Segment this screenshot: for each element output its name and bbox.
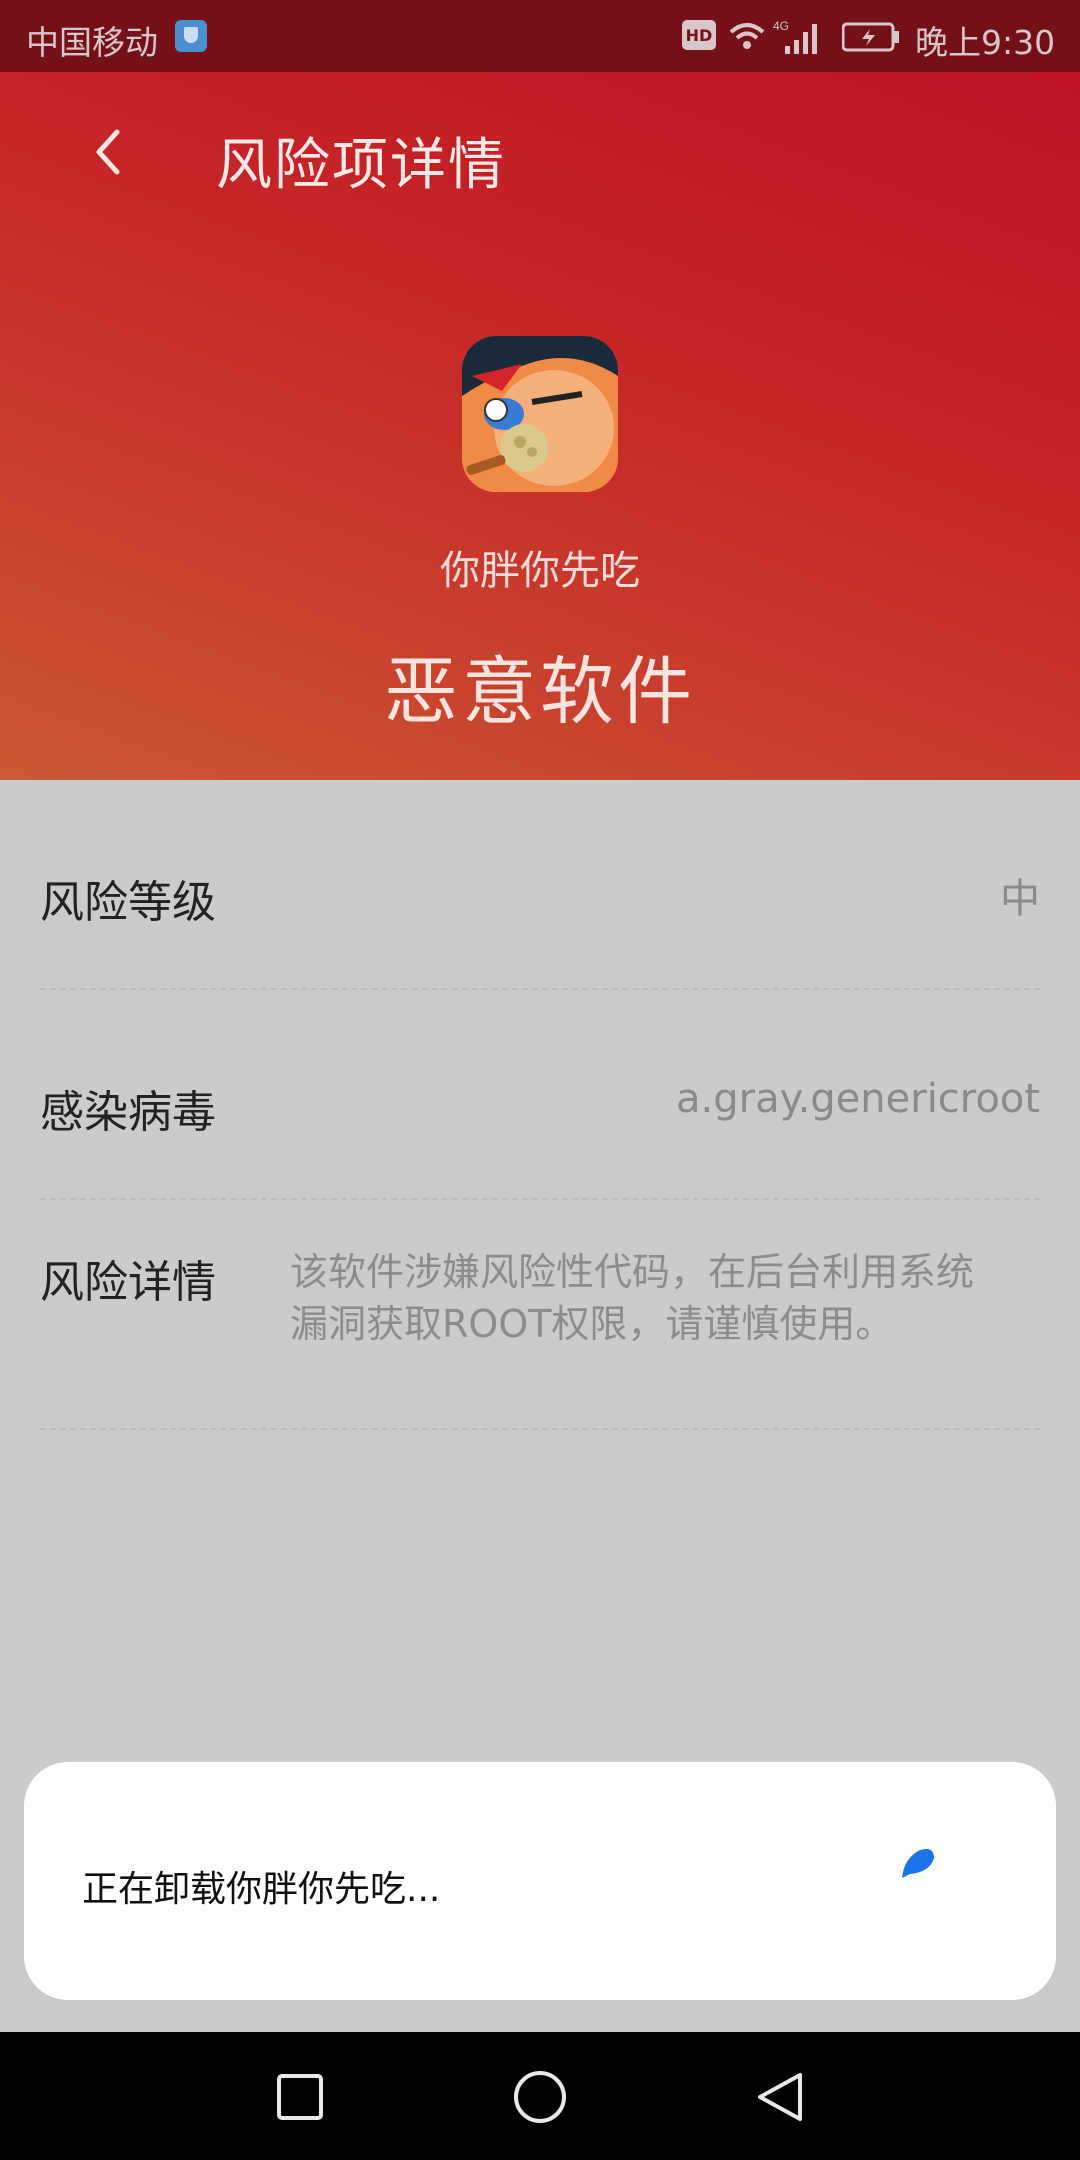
divider <box>40 988 1040 990</box>
triangle-back-icon <box>758 2073 802 2121</box>
recents-button[interactable] <box>265 2062 335 2132</box>
app-bar: 风险项详情 <box>0 72 1080 240</box>
page-title: 风险项详情 <box>216 133 506 198</box>
screen: 中国移动 HD 4G 晚上9:30 风险项详情 你胖你先吃 恶意软件 风险等级 … <box>0 0 1080 2160</box>
cellular-signal-icon: 4G <box>773 19 817 54</box>
clock: 晚上9:30 <box>915 23 1056 62</box>
risk-level-value: 中 <box>1000 876 1040 922</box>
battery-charging-icon <box>842 22 899 52</box>
square-recents-icon <box>277 2074 323 2120</box>
back-nav-button[interactable] <box>745 2062 815 2132</box>
uninstall-message: 正在卸载你胖你先吃... <box>82 1869 441 1910</box>
chevron-left-icon <box>96 129 120 175</box>
divider <box>40 1428 1040 1430</box>
risk-level-row: 风险等级 中 <box>40 866 1040 936</box>
risk-level-label: 风险等级 <box>40 877 216 928</box>
circle-home-icon <box>514 2071 566 2123</box>
navigation-bar <box>0 2032 1080 2160</box>
status-bar: 中国移动 HD 4G 晚上9:30 <box>0 0 1080 72</box>
divider <box>40 1198 1040 1200</box>
cartoon-face-icon <box>462 336 618 492</box>
home-button[interactable] <box>505 2062 575 2132</box>
loading-spinner-icon <box>902 1849 934 1878</box>
hd-badge: HD <box>682 20 716 50</box>
carrier-label: 中国移动 <box>26 23 158 62</box>
risk-type: 恶意软件 <box>384 649 696 735</box>
infected-virus-value: a.gray.genericroot <box>676 1076 1040 1122</box>
wifi-icon <box>729 23 765 49</box>
risk-detail-text: 该软件涉嫌风险性代码，在后台利用系统漏洞获取ROOT权限，请谨慎使用。 <box>290 1250 975 1346</box>
infected-virus-row: 感染病毒 a.gray.genericroot <box>40 1076 1040 1146</box>
infected-virus-label: 感染病毒 <box>40 1087 216 1138</box>
security-shield-icon <box>175 20 207 52</box>
network-type-label: 4G <box>773 19 789 33</box>
app-icon <box>462 336 618 492</box>
app-name: 你胖你先吃 <box>440 548 640 594</box>
risk-detail-label: 风险详情 <box>40 1257 216 1308</box>
back-button[interactable] <box>72 112 142 192</box>
uninstall-dialog: 正在卸载你胖你先吃... <box>24 1762 1056 2000</box>
